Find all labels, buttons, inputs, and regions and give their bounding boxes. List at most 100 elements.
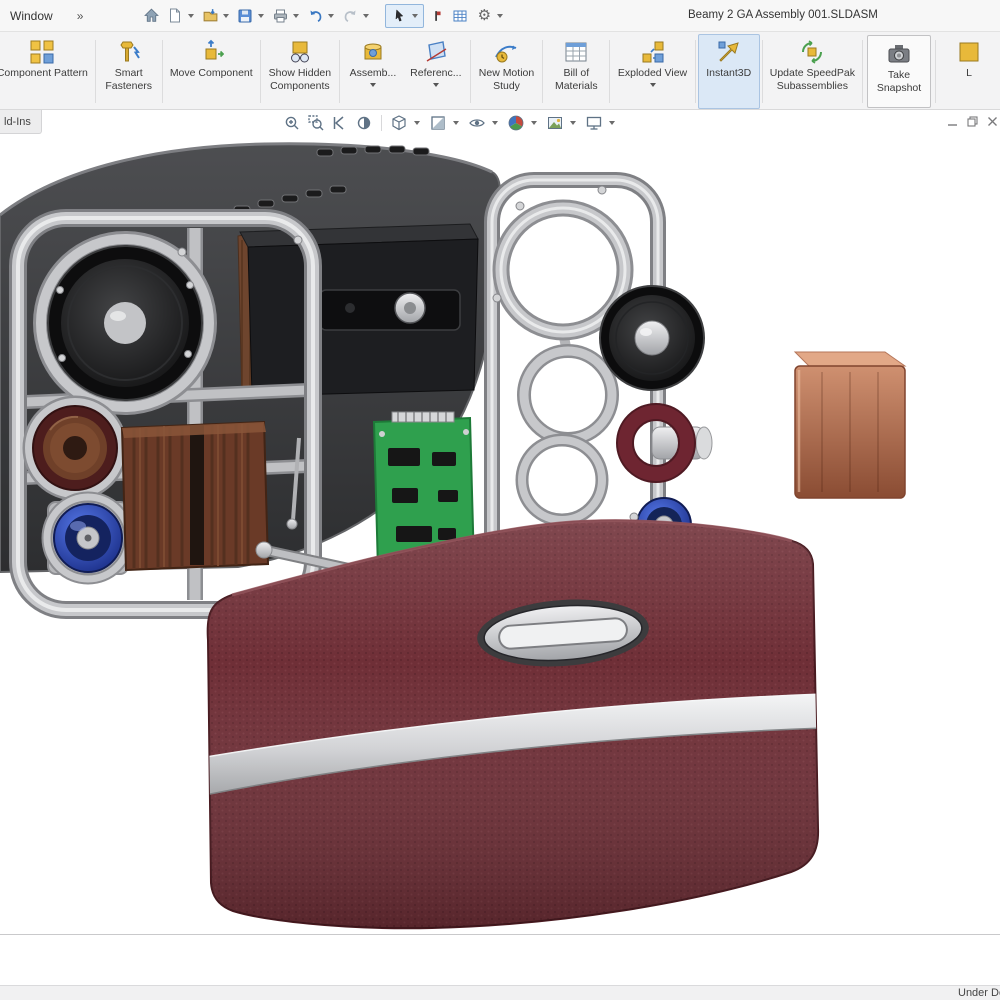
zoom-to-fit-icon[interactable] [282,113,302,133]
print-icon[interactable] [269,5,291,27]
redo-icon[interactable] [339,5,361,27]
toolbar-separator [862,40,863,103]
exploded-view-icon [640,39,666,65]
bottom-gap [0,935,1000,985]
cm-button-update-speedpak[interactable]: Update SpeedPak Subassemblies [765,34,860,109]
menu-bar: Window » [0,0,1000,32]
cm-button-instant3d[interactable]: Instant3D [698,34,760,109]
section-view-icon[interactable] [354,113,374,133]
cm-button-reference-geometry[interactable]: Referenc... [404,34,468,109]
blue-speaker-1[interactable] [54,504,122,572]
assembly-features-dropdown-icon[interactable] [370,83,376,87]
exploded-view-dropdown-icon[interactable] [650,83,656,87]
command-manager: Component Pattern Smart Fasteners Move C… [0,32,1000,110]
cm-button-take-snapshot[interactable]: Take Snapshot [868,36,930,107]
cm-button-new-motion-study[interactable]: New Motion Study [473,34,541,109]
gear-dropdown-icon[interactable] [497,14,503,18]
cm-button-exploded-view[interactable]: Exploded View [612,34,692,109]
exploded-assembly-model[interactable] [0,140,1000,935]
view-settings-dropdown-icon[interactable] [609,121,615,125]
edit-appearance-icon[interactable] [506,113,526,133]
undo-dropdown-icon[interactable] [328,14,334,18]
view-orientation-icon[interactable] [389,113,409,133]
toolbar-separator [762,40,763,103]
minimize-icon[interactable] [947,114,958,132]
bill-of-materials-icon [563,39,589,65]
move-component-icon [198,39,224,65]
cm-button-assembly-features[interactable]: Assemb... [342,34,404,109]
magnet-cylinder[interactable] [617,404,712,482]
edit-appearance-dropdown-icon[interactable] [531,121,537,125]
select-cursor-icon[interactable] [388,5,410,27]
reference-geometry-icon [423,39,449,65]
redo-dropdown-icon[interactable] [363,14,369,18]
flag-icon[interactable] [425,5,447,27]
update-speedpak-icon [799,39,825,65]
open-dropdown-icon[interactable] [223,14,229,18]
apply-scene-dropdown-icon[interactable] [570,121,576,125]
home-icon[interactable] [140,5,162,27]
cm-button-clipped-right[interactable]: L [938,34,1000,109]
display-style-icon[interactable] [428,113,448,133]
tab-add-ins[interactable]: ld-Ins [0,110,42,134]
restore-icon[interactable] [967,114,978,132]
transformer-block[interactable] [122,422,268,570]
toolbar-separator [609,40,610,103]
tab-and-headsup-row: ld-Ins [0,110,1000,140]
view-orientation-dropdown-icon[interactable] [414,121,420,125]
cm-button-smart-fasteners[interactable]: Smart Fasteners [98,34,160,109]
document-window-controls [947,114,998,132]
save-icon[interactable] [234,5,256,27]
red-driver[interactable] [33,406,117,490]
display-style-dropdown-icon[interactable] [453,121,459,125]
gear-icon[interactable]: ⚙ [473,5,495,27]
hide-show-items-icon[interactable] [467,113,487,133]
cm-button-bill-of-materials[interactable]: Bill of Materials [545,34,607,109]
menu-window[interactable]: Window [0,9,63,23]
save-dropdown-icon[interactable] [258,14,264,18]
open-icon[interactable] [199,5,221,27]
toolbar-separator [162,40,163,103]
view-settings-icon[interactable] [584,113,604,133]
front-cover[interactable] [200,521,825,929]
hide-show-items-dropdown-icon[interactable] [492,121,498,125]
close-icon[interactable] [987,114,998,132]
cm-button-component-pattern[interactable]: Component Pattern [0,34,93,109]
take-snapshot-icon [886,41,912,67]
assembly-state-text: Under Defined [958,987,1000,999]
zoom-area-icon[interactable] [306,113,326,133]
graphics-viewport[interactable] [0,140,1000,935]
woofer-speaker[interactable] [48,246,202,400]
smart-fasteners-icon [116,39,142,65]
toolbar-separator [695,40,696,103]
grid-icon[interactable] [449,5,471,27]
heads-up-view-toolbar [282,113,619,133]
new-document-dropdown-icon[interactable] [188,14,194,18]
mid-speaker[interactable] [600,286,704,390]
select-dropdown-icon[interactable] [412,14,418,18]
snapshot-group: Take Snapshot [867,35,931,108]
select-tool-active [385,4,424,28]
new-motion-study-icon [493,39,519,65]
solidworks-window: Window » [0,0,1000,1000]
clipped-right-icon [956,39,982,65]
new-document-icon[interactable] [164,5,186,27]
cm-button-show-hidden-components[interactable]: Show Hidden Components [263,34,337,109]
copper-box[interactable] [795,352,905,498]
reference-geometry-dropdown-icon[interactable] [433,83,439,87]
cm-button-move-component[interactable]: Move Component [165,34,258,109]
toolbar-separator [260,40,261,103]
apply-scene-icon[interactable] [545,113,565,133]
toolbar-separator [339,40,340,103]
quick-access-toolbar: ⚙ [139,4,507,28]
toolbar-separator [542,40,543,103]
menu-overflow-chevron[interactable]: » [77,9,84,23]
amplifier-box[interactable] [238,224,478,398]
print-dropdown-icon[interactable] [293,14,299,18]
previous-view-icon[interactable] [330,113,350,133]
component-pattern-icon [29,39,55,65]
toolbar-separator [381,115,382,131]
undo-icon[interactable] [304,5,326,27]
show-hidden-components-icon [287,39,313,65]
assembly-features-icon [360,39,386,65]
